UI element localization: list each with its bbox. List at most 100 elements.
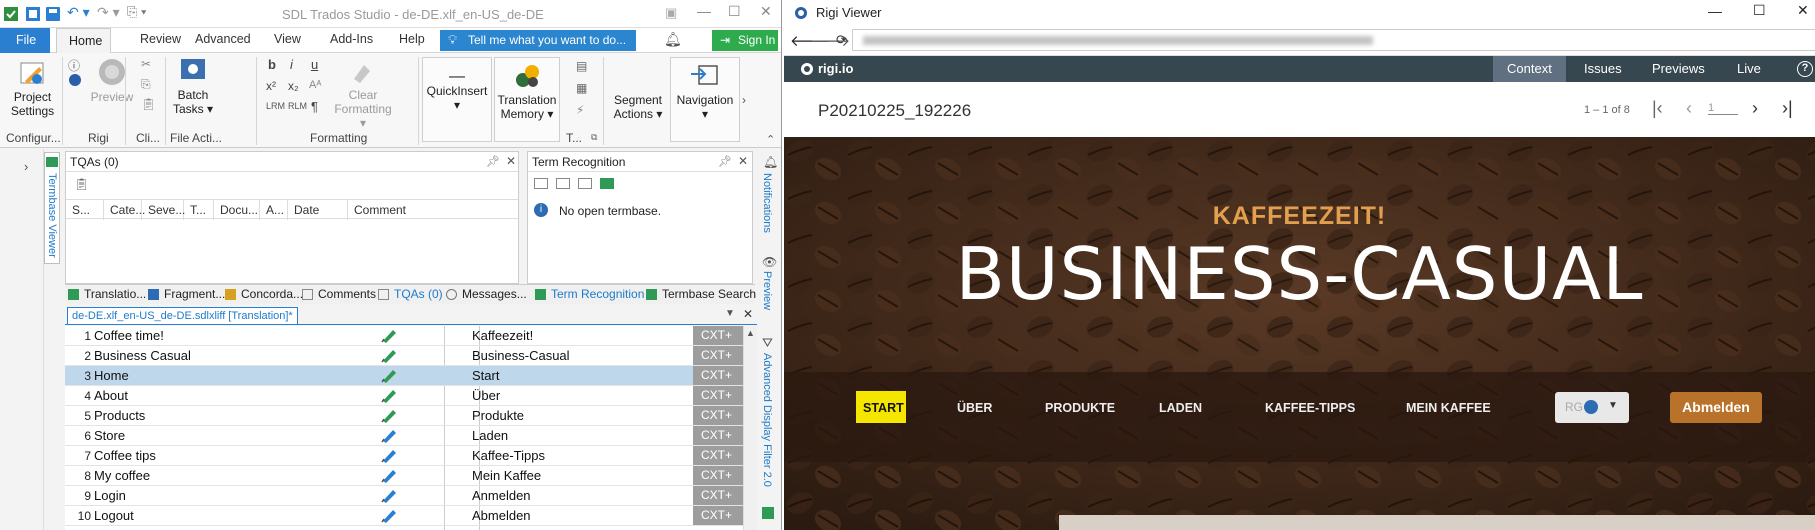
tab-addins[interactable]: Add-Ins (330, 32, 373, 46)
bell-icon[interactable]: 🔔︎ (664, 31, 682, 48)
superscript-icon[interactable]: x² (266, 79, 276, 93)
scroll-up-icon[interactable]: ▲ (746, 328, 755, 338)
ribbon-scroll-right-icon[interactable]: › (742, 93, 746, 107)
lightning-icon[interactable]: ⚡︎ (576, 103, 584, 117)
tm-tool-2-icon[interactable]: ▦ (576, 81, 587, 95)
nav-issues[interactable]: Issues (1570, 56, 1636, 82)
document-tab[interactable]: de-DE.xlf_en-US_de-DE.sdlxliff [Translat… (67, 307, 298, 325)
prev-page-icon[interactable]: ‹ (1686, 98, 1692, 119)
tqa-col-comment[interactable]: Comment (348, 200, 518, 220)
segment-row[interactable]: 9 Login Anmelden CXT+ (65, 486, 757, 506)
segment-target[interactable]: Mein Kaffee (472, 468, 541, 483)
tab-help[interactable]: Help (399, 32, 425, 46)
termbase-viewer-sidetab[interactable]: Termbase Viewer (44, 152, 60, 264)
filter-icon[interactable]: ⛛ (762, 335, 773, 351)
nav-context[interactable]: Context (1493, 56, 1566, 82)
eye-icon[interactable]: 👁︎ (762, 255, 777, 269)
segment-target[interactable]: Kaffeezeit! (472, 328, 533, 343)
segment-target[interactable]: Produkte (472, 408, 524, 423)
pin-icon[interactable]: 📌︎ (486, 155, 500, 168)
close-button[interactable]: ✕ (760, 3, 772, 20)
ltr-icon[interactable]: LRM (266, 101, 285, 111)
term-tool-3-icon[interactable] (578, 178, 592, 189)
project-settings-button[interactable]: Project Settings (10, 59, 55, 118)
menu-laden[interactable]: LADEN (1159, 401, 1202, 415)
subscript-icon[interactable]: x₂ (288, 79, 299, 93)
rigi-maximize-button[interactable]: ☐ (1753, 2, 1766, 19)
segment-target[interactable]: Business-Casual (472, 348, 570, 363)
tqa-col-severity[interactable]: Seve... (142, 200, 185, 220)
tqa-col-t[interactable]: T... (184, 200, 214, 220)
nav-previews[interactable]: Previews (1638, 56, 1719, 82)
reload-icon[interactable]: ⟳ (836, 32, 847, 48)
last-page-icon[interactable]: ›| (1782, 98, 1793, 119)
save-icon[interactable] (46, 7, 60, 21)
segment-row[interactable]: 6 Store Laden CXT+ (65, 426, 757, 446)
notifications-label[interactable]: Notifications (761, 173, 773, 233)
draft-status-icon[interactable] (379, 447, 401, 464)
confirmed-status-icon[interactable] (379, 407, 401, 424)
tab-advanced[interactable]: Advanced (195, 32, 251, 46)
confirmed-status-icon[interactable] (379, 387, 401, 404)
segment-row[interactable]: 4 About Über CXT+ (65, 386, 757, 406)
menu-start[interactable]: START (863, 401, 904, 415)
segment-row[interactable]: 5 Products Produkte CXT+ (65, 406, 757, 426)
segment-actions-button[interactable]: Segment Actions ▾ (608, 93, 668, 121)
segment-row[interactable]: 1 Coffee time! Kaffeezeit! CXT+ (65, 326, 757, 346)
expand-left-icon[interactable]: › (24, 159, 28, 174)
batch-tasks-button[interactable]: Batch Tasks ▾ (168, 57, 218, 116)
underline-icon[interactable]: u (311, 57, 318, 72)
adv-filter-label[interactable]: Advanced Display Filter 2.0 (761, 353, 773, 487)
help-icon[interactable]: ? (1797, 61, 1813, 77)
case-icon[interactable]: Aᴬ (309, 79, 321, 91)
redo-icon[interactable]: ↷ ▾ (97, 4, 120, 21)
term-tool-4-icon[interactable] (600, 178, 614, 189)
draft-status-icon[interactable] (379, 467, 401, 484)
draft-status-icon[interactable] (379, 487, 401, 504)
term-tool-2-icon[interactable] (556, 178, 570, 189)
paste-icon[interactable]: 📋︎ (141, 97, 156, 111)
menu-ueber[interactable]: ÜBER (957, 401, 992, 415)
next-page-icon[interactable]: › (1752, 98, 1758, 119)
menu-kaffee-tipps[interactable]: KAFFEE-TIPPS (1265, 401, 1355, 415)
tab-review[interactable]: Review (140, 32, 181, 46)
minimize-button[interactable]: — (697, 3, 711, 19)
tqa-close-icon[interactable]: ✕ (506, 154, 516, 168)
term-close-icon[interactable]: ✕ (738, 154, 748, 168)
tm-tool-1-icon[interactable]: ▤ (576, 59, 587, 73)
collapse-ribbon-icon[interactable]: ⌃ (766, 133, 775, 146)
segment-row[interactable]: 8 My coffee Mein Kaffee CXT+ (65, 466, 757, 486)
preview-side-label[interactable]: Preview (761, 271, 773, 310)
undo-icon[interactable]: ↶ ▾ (67, 4, 90, 21)
tqa-col-s[interactable]: S... (66, 200, 104, 220)
rigi-close-button[interactable]: ✕ (1797, 2, 1809, 19)
segment-target[interactable]: Abmelden (472, 508, 531, 523)
tqa-col-category[interactable]: Cate... (104, 200, 145, 220)
quickinsert-button[interactable]: — QuickInsert ▾ (422, 57, 492, 142)
bold-icon[interactable]: b (268, 57, 276, 72)
tqa-col-date[interactable]: Date (288, 200, 348, 220)
cut-icon[interactable]: ✂ (141, 57, 151, 71)
pilcrow-icon[interactable]: ¶ (311, 99, 318, 114)
menu-produkte[interactable]: PRODUKTE (1045, 401, 1115, 415)
tab-termbase-search[interactable]: Termbase Search (644, 284, 756, 304)
doc-tab-close-icon[interactable]: ✕ (743, 307, 753, 321)
segment-target[interactable]: Anmelden (472, 488, 531, 503)
term-pin-icon[interactable]: 📌︎ (718, 155, 732, 168)
address-field[interactable] (852, 29, 1815, 51)
copy-icon[interactable]: ⎘ (141, 77, 151, 92)
dialog-launcher-icon[interactable]: ⧉ (591, 132, 597, 143)
preview-button[interactable]: Preview (88, 57, 136, 104)
restore-ribbon-icon[interactable]: ▣ (665, 5, 677, 21)
tab-file[interactable]: File (0, 28, 50, 53)
maximize-button[interactable]: ☐ (728, 3, 741, 20)
editor-scrollbar[interactable]: ▲ (743, 326, 757, 530)
confirmed-status-icon[interactable] (379, 327, 401, 344)
page-input[interactable]: 1 (1708, 102, 1738, 115)
translation-memory-button[interactable]: Translation Memory ▾ (494, 57, 560, 142)
logout-button[interactable]: Abmelden (1670, 392, 1762, 423)
tqa-col-a[interactable]: A... (260, 200, 288, 220)
segment-target[interactable]: Laden (472, 428, 508, 443)
confirmed-status-icon[interactable] (379, 367, 401, 384)
language-button[interactable]: RG ▼ (1555, 392, 1629, 423)
